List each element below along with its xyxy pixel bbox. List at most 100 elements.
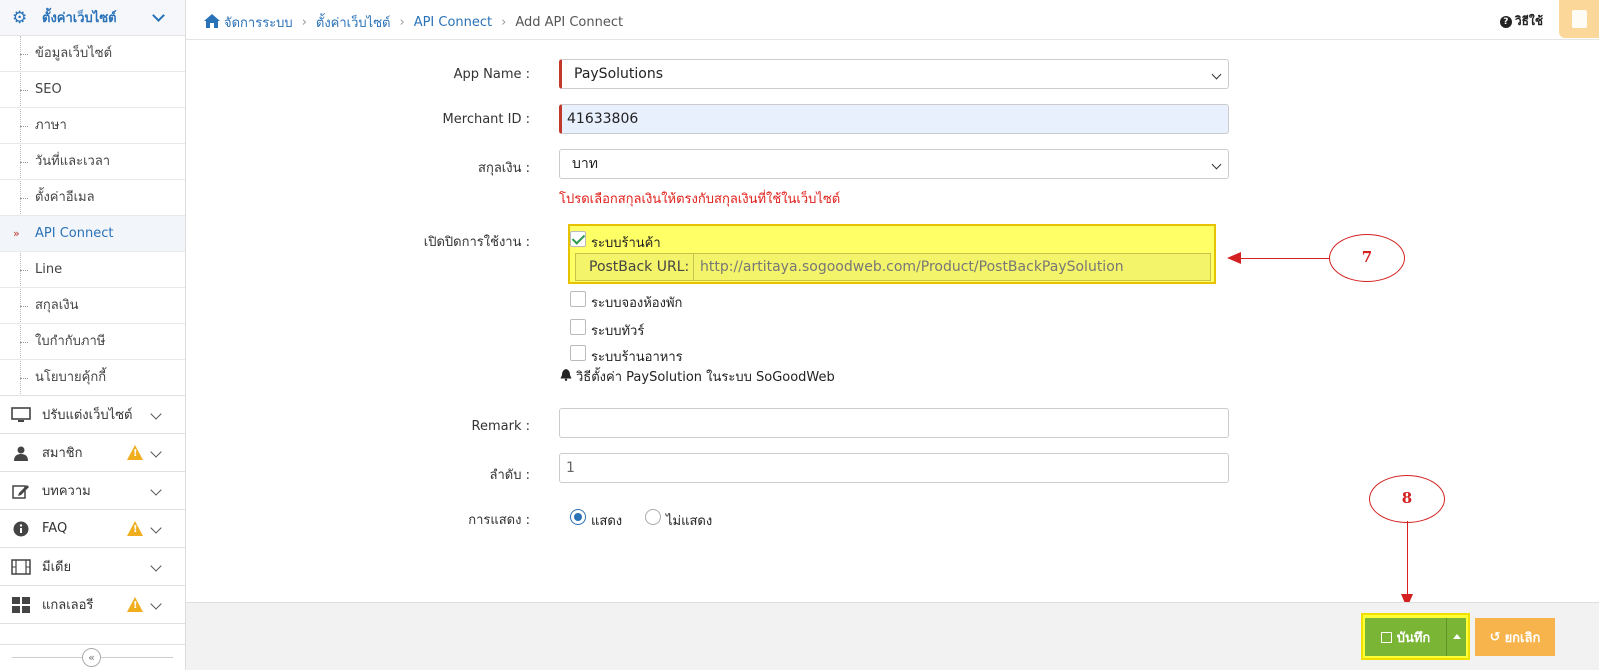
sidebar-item-label: ข้อมูลเว็บไซต์ [35,46,113,61]
sidebar-item-seo[interactable]: SEO [0,72,185,108]
sidebar-group-label: แกลเลอรี [42,598,94,613]
warning-icon: ! [127,445,143,460]
display-show-radio[interactable] [570,509,586,525]
sidebar-submenu: ข้อมูลเว็บไซต์ SEO ภาษา วันที่และเวลา ตั… [0,36,185,396]
sidebar-item-tax-invoice[interactable]: ใบกำกับภาษี [0,324,185,360]
sidebar-item-label: วันที่และเวลา [35,154,111,169]
restaurant-system-label: ระบบร้านอาหาร [591,350,683,365]
manual-book-button[interactable] [1559,0,1599,38]
sidebar-item-label: API Connect [35,226,114,241]
sidebar-group-faq[interactable]: FAQ ! [0,509,185,548]
sidebar-item-language[interactable]: ภาษา [0,108,185,144]
tour-system-label: ระบบทัวร์ [591,324,645,339]
chevron-down-icon [150,560,162,572]
film-icon [10,558,32,576]
info-icon [10,520,32,538]
annotation-arrow-7 [1227,252,1329,264]
currency-hint: โปรดเลือกสกุลเงินให้ตรงกับสกุลเงินที่ใช้… [559,192,841,207]
sidebar-item-date-time[interactable]: วันที่และเวลา [0,144,185,180]
gear-icon: ⚙ [12,7,28,28]
grid-icon [10,596,32,614]
undo-icon: ↺ [1489,629,1501,645]
annotation-arrow-8 [1401,521,1413,608]
chevron-down-icon [150,522,162,534]
breadcrumb-api-connect[interactable]: API Connect [414,15,492,30]
merchant-id-input[interactable]: 41633806 [559,104,1229,134]
shop-system-checkbox[interactable] [570,231,586,247]
postback-url-group: PostBack URL: http://artitaya.sogoodweb.… [575,253,1211,281]
monitor-icon [10,406,32,424]
sidebar-group-label: มีเดีย [42,560,72,575]
app-name-select[interactable]: PaySolutions [559,59,1229,89]
postback-url-input[interactable]: http://artitaya.sogoodweb.com/Product/Po… [694,254,1210,280]
cancel-button[interactable]: ↺ ยกเลิก [1475,618,1555,656]
sidebar-group-customize[interactable]: ปรับแต่งเว็บไซต์ [0,395,185,434]
save-dropdown-toggle[interactable] [1446,618,1466,656]
floppy-disk-icon [1380,631,1392,643]
display-show-label: แสดง [591,514,623,529]
chevron-down-icon [150,484,162,496]
sidebar-group-label: FAQ [42,521,68,536]
sidebar-group-articles[interactable]: บทความ [0,471,185,510]
breadcrumb-separator-icon: › [301,15,307,30]
annotation-step-8: 8 [1369,475,1445,523]
sidebar-item-label: ภาษา [35,118,67,133]
booking-system-checkbox[interactable] [570,291,586,307]
sidebar-item-label: ตั้งค่าอีเมล [35,190,95,205]
bell-icon [560,369,572,384]
help-link[interactable]: ? วิธีใช้ [1499,12,1543,31]
order-input[interactable]: 1 [559,453,1229,483]
annotation-step-7: 7 [1329,234,1405,282]
chevron-down-icon [150,446,162,458]
howto-label: วิธีตั้งค่า PaySolution ในระบบ SoGoodWeb [576,370,835,385]
remark-input[interactable] [559,408,1229,438]
sidebar-item-label: SEO [35,82,62,97]
collapse-sidebar-icon[interactable]: « [82,648,101,667]
currency-label: สกุลเงิน : [478,161,530,176]
restaurant-system-checkbox[interactable] [570,345,586,361]
chevron-down-icon [1211,159,1222,170]
sidebar-item-currency[interactable]: สกุลเงิน [0,288,185,324]
sidebar-item-api-connect[interactable]: » API Connect [0,216,185,252]
sidebar-group-label: บทความ [42,484,91,499]
sidebar-group-media[interactable]: มีเดีย [0,547,185,586]
cancel-label: ยกเลิก [1504,630,1541,646]
sidebar-item-cookie-policy[interactable]: นโยบายคุ้กกี้ [0,360,185,396]
save-button[interactable]: บันทึก [1365,618,1446,656]
currency-value: บาท [572,156,598,172]
tour-system-checkbox[interactable] [570,319,586,335]
booking-system-label: ระบบจองห้องพัก [591,296,683,311]
breadcrumb-system[interactable]: จัดการระบบ [224,12,293,33]
sidebar-item-email-settings[interactable]: ตั้งค่าอีเมล [0,180,185,216]
display-hide-radio[interactable] [645,509,661,525]
remark-label: Remark : [471,419,530,434]
merchant-id-value: 41633806 [567,111,639,127]
sidebar-section-website-settings[interactable]: ⚙ ตั้งค่าเว็บไซต์ [0,0,185,36]
app-name-label: App Name : [453,67,530,82]
howto-link[interactable]: วิธีตั้งค่า PaySolution ในระบบ SoGoodWeb [560,366,835,387]
sidebar-group-gallery[interactable]: แกลเลอรี ! [0,585,185,624]
save-label: บันทึก [1396,630,1431,646]
warning-icon: ! [127,597,143,612]
sidebar-item-website-info[interactable]: ข้อมูลเว็บไซต์ [0,36,185,72]
display-hide-label: ไม่แสดง [666,514,713,529]
sidebar-item-label: Line [35,262,63,277]
top-bar: จัดการระบบ › ตั้งค่าเว็บไซต์ › API Conne… [186,0,1599,40]
edit-icon [10,482,32,500]
merchant-id-label: Merchant ID : [442,112,530,127]
sidebar-item-line[interactable]: Line [0,252,185,288]
currency-select[interactable]: บาท [559,149,1229,179]
breadcrumb: จัดการระบบ › ตั้งค่าเว็บไซต์ › API Conne… [204,12,623,33]
sidebar-group-label: สมาชิก [42,446,83,461]
chevron-down-icon [150,408,162,420]
user-icon [10,444,32,462]
postback-url-addon: PostBack URL: [576,254,694,280]
breadcrumb-separator-icon: › [501,15,507,30]
active-marker-icon: » [13,227,20,240]
home-icon[interactable] [204,13,220,32]
display-label: การแสดง : [468,513,530,528]
breadcrumb-website-settings[interactable]: ตั้งค่าเว็บไซต์ [316,12,391,33]
breadcrumb-current: Add API Connect [515,15,624,30]
sidebar-group-members[interactable]: สมาชิก ! [0,433,185,472]
question-icon: ? [1499,15,1512,28]
